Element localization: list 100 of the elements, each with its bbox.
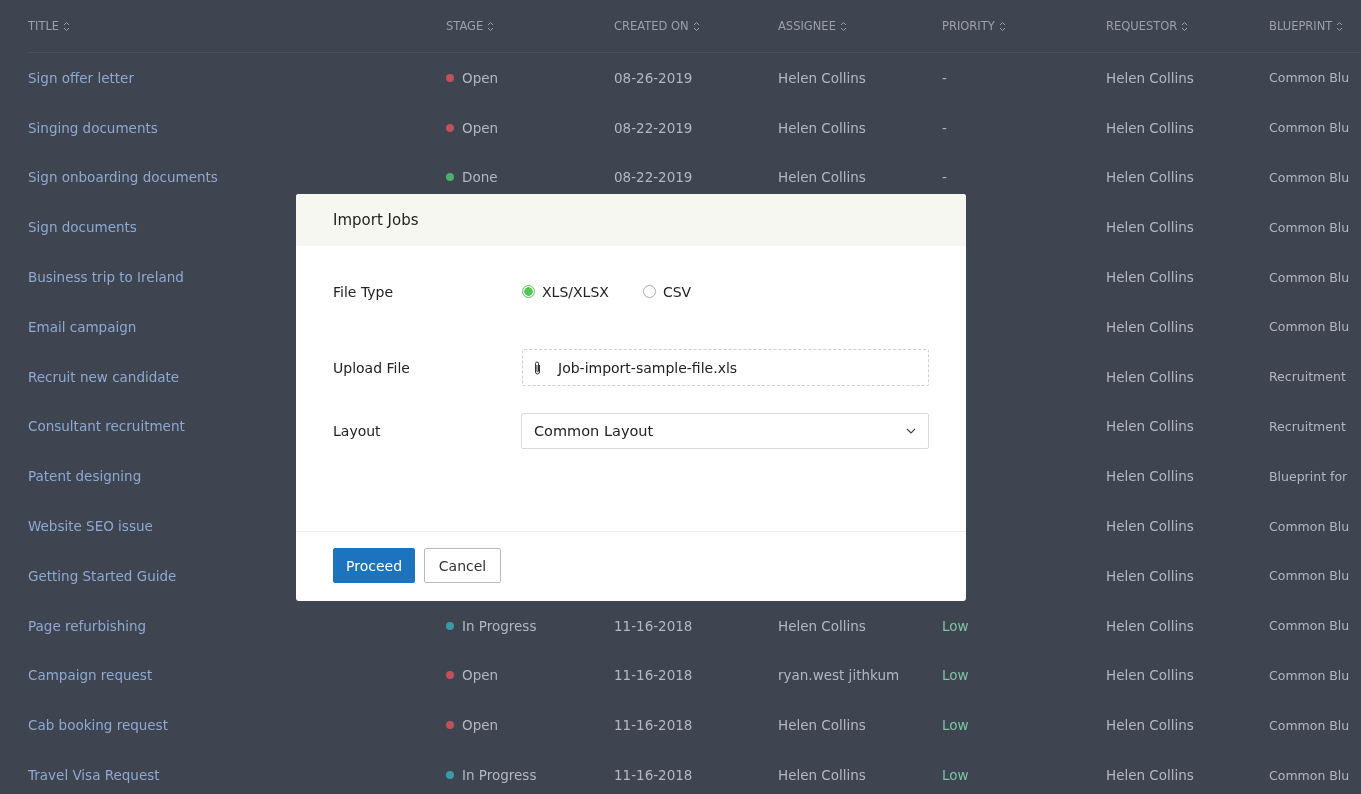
table-cell: Common Blu bbox=[1269, 70, 1350, 86]
priority-label: Low bbox=[942, 767, 969, 784]
sort-icon bbox=[692, 20, 700, 32]
column-header[interactable]: CREATED ON bbox=[614, 19, 689, 33]
table-cell: 11-16-2018 bbox=[614, 667, 693, 684]
priority-label: - bbox=[942, 169, 947, 186]
job-title-link[interactable]: Campaign request bbox=[28, 667, 153, 684]
job-title-link[interactable]: Sign onboarding documents bbox=[28, 169, 218, 186]
column-header[interactable]: TITLE bbox=[28, 19, 60, 33]
stage-label: In Progress bbox=[462, 767, 537, 784]
job-title-link[interactable]: Sign offer letter bbox=[28, 69, 134, 86]
job-title-link[interactable]: Email campaign bbox=[28, 318, 137, 335]
radio-label[interactable]: XLS/XLSX bbox=[542, 283, 609, 300]
job-title-link[interactable]: Website SEO issue bbox=[28, 518, 153, 535]
column-header[interactable]: ASSIGNEE bbox=[778, 19, 836, 33]
table-cell: Helen Collins bbox=[1106, 169, 1194, 186]
dialog-title: Import Jobs bbox=[333, 211, 419, 229]
table-cell: Common Blu bbox=[1269, 667, 1350, 683]
table-cell: ryan.west jithkum bbox=[778, 667, 900, 684]
table-cell: Helen Collins bbox=[1106, 468, 1194, 485]
radio-label[interactable]: CSV bbox=[662, 283, 692, 300]
table-cell: Helen Collins bbox=[1106, 69, 1194, 86]
table-cell: Helen Collins bbox=[1106, 667, 1194, 684]
table-cell: Helen Collins bbox=[1106, 318, 1194, 335]
priority-label: Low bbox=[942, 617, 969, 634]
field-label: Upload File bbox=[333, 359, 411, 376]
job-title-link[interactable]: Page refurbishing bbox=[28, 617, 147, 634]
table-cell: Common Blu bbox=[1269, 518, 1350, 534]
chevron-down-icon bbox=[906, 427, 916, 434]
column-header[interactable]: BLUEPRINT bbox=[1269, 19, 1333, 33]
table-cell: Helen Collins bbox=[1106, 368, 1194, 385]
table-cell: Common Blu bbox=[1269, 170, 1350, 185]
stage-label: Open bbox=[462, 119, 499, 136]
stage-label: Open bbox=[462, 667, 499, 684]
table-cell: 11-16-2018 bbox=[614, 767, 693, 784]
paperclip-icon bbox=[533, 359, 542, 376]
stage-label: In Progress bbox=[462, 617, 537, 634]
job-title-link[interactable]: Consultant recruitment bbox=[28, 418, 185, 435]
table-cell: Blueprint for bbox=[1269, 468, 1348, 484]
priority-label: - bbox=[942, 69, 947, 86]
sort-icon bbox=[998, 20, 1006, 32]
column-header[interactable]: REQUESTOR bbox=[1106, 19, 1178, 33]
job-title-link[interactable]: Patent designing bbox=[28, 468, 142, 485]
table-cell: 08-22-2019 bbox=[614, 169, 693, 186]
table-cell: Helen Collins bbox=[1106, 119, 1194, 136]
table-cell: 08-22-2019 bbox=[614, 119, 693, 136]
table-cell: 11-16-2018 bbox=[614, 717, 693, 734]
table-cell: Recruitment bbox=[1269, 369, 1346, 385]
job-title-link[interactable]: Recruit new candidate bbox=[28, 368, 180, 385]
radio-button[interactable] bbox=[522, 285, 535, 298]
job-title-link[interactable]: Cab booking request bbox=[28, 717, 168, 734]
sort-icon bbox=[63, 20, 71, 32]
table-cell: Common Blu bbox=[1269, 568, 1350, 584]
priority-label: Low bbox=[942, 667, 969, 684]
table-cell: Helen Collins bbox=[778, 119, 866, 136]
table-cell: Helen Collins bbox=[1106, 219, 1194, 236]
table-cell: Common Blu bbox=[1269, 717, 1350, 733]
job-title-link[interactable]: Business trip to Ireland bbox=[28, 269, 184, 286]
table-cell: Common Blu bbox=[1269, 269, 1350, 285]
table-cell: Recruitment bbox=[1269, 418, 1346, 434]
table-cell: Common Blu bbox=[1269, 219, 1350, 235]
table-cell: Helen Collins bbox=[1106, 617, 1194, 634]
layout-dropdown[interactable]: Common Layout bbox=[521, 412, 929, 449]
table-cell: Helen Collins bbox=[778, 617, 866, 634]
sort-icon bbox=[487, 20, 495, 32]
field-label: Layout bbox=[333, 422, 382, 439]
table-cell: Common Blu bbox=[1269, 618, 1350, 634]
proceed-button[interactable]: Proceed bbox=[333, 548, 415, 583]
job-title-link[interactable]: Getting Started Guide bbox=[28, 567, 177, 584]
job-title-link[interactable]: Sign documents bbox=[28, 219, 137, 236]
table-cell: Helen Collins bbox=[778, 767, 866, 784]
sort-icon bbox=[1181, 20, 1189, 32]
table-cell: Common Blu bbox=[1269, 767, 1350, 783]
table-cell: Common Blu bbox=[1269, 319, 1350, 335]
table-cell: Helen Collins bbox=[1106, 567, 1194, 584]
job-title-link[interactable]: Singing documents bbox=[28, 119, 158, 136]
table-cell: Helen Collins bbox=[1106, 269, 1194, 286]
table-cell: Helen Collins bbox=[1106, 717, 1194, 734]
stage-label: Open bbox=[462, 717, 499, 734]
table-cell: Helen Collins bbox=[778, 717, 866, 734]
table-cell: Helen Collins bbox=[1106, 418, 1194, 435]
field-label: File Type bbox=[333, 283, 395, 300]
column-header[interactable]: PRIORITY bbox=[942, 19, 995, 33]
priority-label: Low bbox=[942, 717, 969, 734]
table-cell: Common Blu bbox=[1269, 120, 1350, 136]
column-header[interactable]: STAGE bbox=[446, 19, 484, 33]
stage-label: Done bbox=[462, 169, 498, 186]
sort-icon bbox=[1336, 20, 1344, 32]
priority-label: - bbox=[942, 119, 947, 136]
table-cell: Helen Collins bbox=[778, 169, 866, 186]
table-cell: Helen Collins bbox=[778, 69, 866, 86]
sort-icon bbox=[839, 20, 847, 32]
table-cell: 08-26-2019 bbox=[614, 69, 693, 86]
table-cell: Helen Collins bbox=[1106, 767, 1194, 784]
file-upload-field[interactable]: Job-import-sample-file.xls bbox=[522, 349, 929, 386]
cancel-button[interactable]: Cancel bbox=[424, 548, 501, 583]
job-title-link[interactable]: Travel Visa Request bbox=[28, 767, 160, 784]
stage-label: Open bbox=[462, 69, 499, 86]
table-cell: Helen Collins bbox=[1106, 518, 1194, 535]
table-cell: 11-16-2018 bbox=[614, 617, 693, 634]
